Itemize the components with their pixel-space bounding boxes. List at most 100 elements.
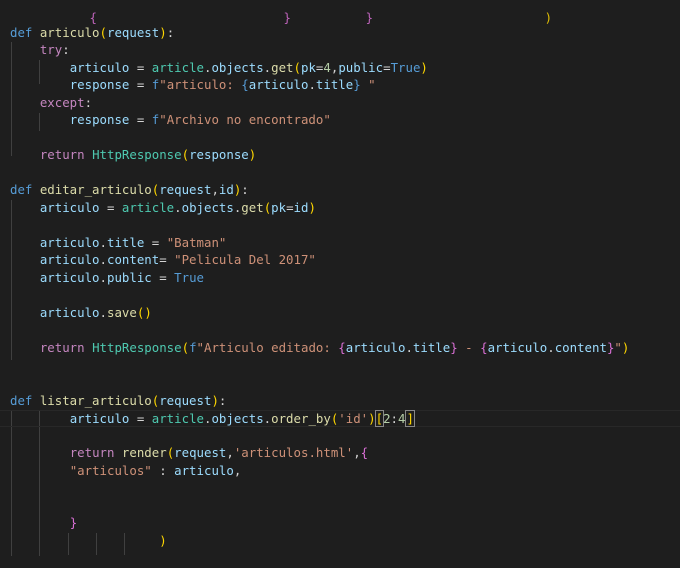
code-line-8: return HttpResponse(response) — [10, 146, 256, 164]
code-token: ) — [368, 411, 376, 426]
code-token: "Articulo editado: — [196, 340, 339, 355]
code-token: ( — [293, 60, 301, 75]
code-token: objects — [211, 60, 264, 75]
code-token: : — [390, 411, 399, 426]
code-token: save — [107, 305, 137, 320]
code-token: . — [99, 305, 107, 320]
code-token: public — [107, 270, 152, 285]
code-line-23: articulo = article.objects.order_by('id'… — [10, 410, 416, 428]
code-token: { — [360, 445, 369, 460]
code-token: render — [121, 445, 167, 460]
code-token: response — [189, 147, 249, 162]
code-line-11: articulo = article.objects.get(pk=id) — [10, 199, 316, 217]
code-token: get — [271, 60, 294, 75]
code-token: ) — [159, 533, 167, 548]
code-token: response — [69, 77, 130, 92]
code-line-25: return render(request,'articulos.html',{ — [10, 444, 368, 462]
code-token: , — [211, 182, 219, 197]
code-token: . — [174, 200, 182, 215]
code-line-14: articulo.content= "Pelicula Del 2017" — [10, 251, 316, 269]
code-token: . — [99, 252, 107, 267]
code-token: public — [338, 60, 384, 75]
code-editor[interactable]: { } } ) def articulo(request): try: arti… — [0, 0, 680, 568]
code-line-2: try: — [10, 41, 70, 59]
code-token: content — [107, 252, 160, 267]
code-token: 'articulos.html' — [233, 445, 354, 460]
code-token: HttpResponse — [92, 147, 182, 162]
code-line-13: articulo.title = "Batman" — [10, 234, 227, 252]
code-token: request — [159, 182, 212, 197]
code-token: : — [241, 182, 249, 197]
code-token: = — [129, 77, 152, 92]
code-token: "Pelicula Del 2017" — [174, 252, 316, 267]
code-token: articulo — [487, 340, 548, 355]
code-token: objects — [211, 411, 264, 426]
code-token: { — [338, 340, 346, 355]
code-token: articulo — [248, 77, 309, 92]
code-token: = — [151, 270, 175, 285]
code-token: articulo — [39, 270, 100, 285]
code-token: "Archivo no encontrado" — [159, 112, 331, 127]
code-line-26: "articulos" : articulo, — [10, 462, 242, 480]
code-token: = — [129, 411, 152, 426]
code-line-10: def editar_articulo(request,id): — [10, 181, 249, 199]
code-token: " — [360, 77, 376, 92]
code-token: return — [69, 445, 115, 460]
code-token: , — [233, 463, 242, 478]
code-token: request — [174, 445, 227, 460]
code-token: ) — [159, 25, 167, 40]
code-token: ( — [181, 147, 190, 162]
code-token: ) — [308, 200, 316, 215]
code-token: { — [480, 340, 488, 355]
code-token: 2 — [383, 411, 391, 426]
code-token: articulo — [69, 411, 130, 426]
code-token: articulo — [39, 235, 100, 250]
code-token: . — [547, 340, 555, 355]
code-token: response — [69, 112, 130, 127]
code-token: request — [107, 25, 160, 40]
code-token: . — [99, 270, 107, 285]
code-token: True — [174, 270, 204, 285]
code-token: "articulos" — [69, 463, 152, 478]
code-token: : — [218, 393, 227, 408]
code-token: 4 — [323, 60, 331, 75]
code-token: : — [151, 463, 175, 478]
code-token: ] — [405, 410, 416, 427]
code-line-4: response = f"articulo: {articulo.title} … — [10, 76, 376, 94]
code-token: } — [353, 77, 361, 92]
code-token: = — [383, 60, 391, 75]
code-token: get — [241, 200, 264, 215]
code-token: articulo — [39, 252, 100, 267]
code-token: listar_articulo — [39, 393, 152, 408]
code-token: except — [39, 95, 85, 110]
code-token: " — [614, 340, 622, 355]
code-token: pk — [271, 200, 287, 215]
code-token: = — [99, 200, 122, 215]
code-token: "Batman" — [166, 235, 227, 250]
code-token: 'id' — [338, 411, 369, 426]
code-token: editar_articulo — [39, 182, 152, 197]
code-token: article — [151, 60, 204, 75]
code-line-6: response = f"Archivo no encontrado" — [10, 111, 331, 129]
code-line-19: return HttpResponse(f"Articulo editado: … — [10, 339, 630, 357]
code-token: { — [241, 77, 249, 92]
code-token: articulo — [39, 200, 100, 215]
code-line-5: except: — [10, 94, 92, 112]
code-token: articulo — [39, 25, 100, 40]
code-token: ) — [420, 60, 428, 75]
code-token: order_by — [271, 411, 331, 426]
code-token: : — [62, 42, 70, 57]
